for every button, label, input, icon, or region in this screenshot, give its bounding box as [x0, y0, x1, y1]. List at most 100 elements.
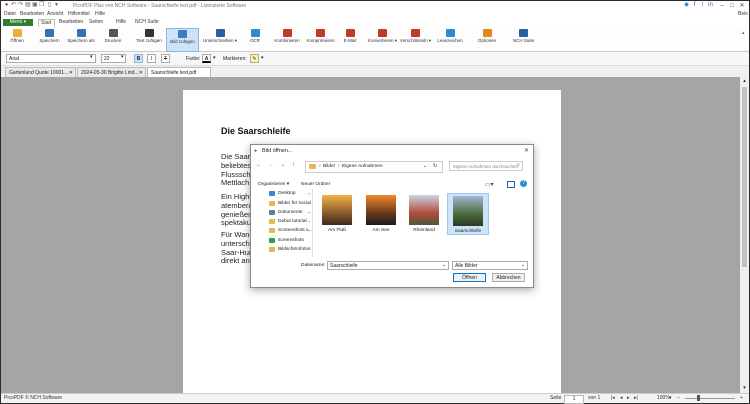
customize-quick-icon[interactable]: ▾: [54, 2, 59, 8]
zoom-out-icon[interactable]: –: [677, 395, 680, 402]
file-item[interactable]: Am See: [361, 193, 401, 233]
add-image-button[interactable]: Bild zufügen: [166, 28, 199, 52]
zoom-value[interactable]: 100%: [657, 395, 670, 402]
sidebar-item-screenshots[interactable]: screenshots: [260, 237, 312, 245]
sidebar-item-debut-tutorial[interactable]: Debut tutorial ⊸: [260, 218, 312, 226]
tab-pages[interactable]: Seiten: [87, 19, 105, 26]
sidebar-item-screenshots-v[interactable]: Screenshots v... ⊸: [260, 227, 312, 235]
sidebar-item-social-pictures[interactable]: Bilder für social ⊸: [260, 200, 312, 208]
menu-tools[interactable]: Hilfsmittel: [68, 11, 90, 17]
italic-button[interactable]: I: [147, 54, 156, 63]
refresh-icon[interactable]: ↻: [433, 163, 437, 169]
convert-button[interactable]: Konvertieren ▾: [367, 28, 398, 50]
sidebar-item-screen-photos[interactable]: Bildschirmfotos: [260, 246, 312, 254]
zoom-slider-handle[interactable]: [697, 395, 700, 401]
pane-divider[interactable]: [312, 189, 313, 257]
new-folder-button[interactable]: Neuer Ordner: [301, 182, 330, 187]
back-icon[interactable]: ←: [256, 162, 262, 168]
zoom-slider[interactable]: [685, 398, 735, 399]
chevron-down-icon[interactable]: ⌄: [521, 262, 525, 268]
strikethrough-button[interactable]: T: [161, 54, 170, 63]
file-type-select[interactable]: Alle Bilder: [452, 261, 528, 270]
file-item[interactable]: Rheinland: [404, 193, 444, 233]
save-quick-icon[interactable]: ▣: [32, 2, 38, 8]
sign-button[interactable]: Unterschreiben ▾: [201, 28, 239, 50]
close-icon[interactable]: ✕: [139, 68, 143, 77]
doc-tab[interactable]: Gartenland Quote 10001... ✕: [5, 67, 76, 77]
menu-help[interactable]: Hilfe: [95, 11, 105, 17]
up-icon[interactable]: ↑: [292, 162, 295, 168]
menu-view[interactable]: Ansicht: [47, 11, 63, 17]
paragraph[interactable]: Die Saarschleife ist eines derbeliebtest…: [221, 153, 253, 188]
menu-button[interactable]: Menü ▾: [3, 19, 33, 26]
file-item[interactable]: Am Fluß: [317, 193, 357, 233]
filename-field[interactable]: Saarschleife: [327, 261, 449, 270]
tab-help[interactable]: Hilfe: [114, 19, 128, 26]
doc-tab[interactable]: 2024-05-30 Brigitte Lind... ✕: [77, 67, 146, 77]
font-select[interactable]: Arial: [6, 54, 96, 63]
address-bar[interactable]: › Bilder › Eigene Aufnahmen ⌄ ↻: [305, 161, 443, 173]
scrollbar-thumb[interactable]: [742, 87, 747, 267]
compress-button[interactable]: Komprimieren: [304, 28, 337, 50]
sidebar-item-desktop[interactable]: Desktop ⊸: [260, 190, 312, 198]
tab-nch-suite[interactable]: NCH Suite: [133, 19, 161, 26]
tab-start[interactable]: Start: [38, 19, 55, 27]
menu-edit[interactable]: Bearbeiten: [20, 11, 44, 17]
open-quick-icon[interactable]: ▤: [25, 2, 31, 8]
close-button[interactable]: ✕: [733, 2, 750, 10]
search-input[interactable]: Eigene Aufnahmen durchsuchen: [449, 161, 523, 171]
chevron-down-icon[interactable]: ▾: [213, 55, 216, 61]
menu-file[interactable]: Datei: [4, 11, 16, 17]
forward-icon[interactable]: →: [268, 162, 274, 168]
help-icon[interactable]: ?: [520, 180, 527, 187]
ribbon-collapse-icon[interactable]: ▴: [742, 30, 745, 36]
paragraph[interactable]: Für WandererunterschiedlichSaar-Hunsrück…: [221, 231, 253, 266]
document-title[interactable]: Die Saarschleife: [221, 126, 291, 136]
twitter-icon[interactable]: t: [700, 2, 705, 8]
cancel-button[interactable]: Abbrechen: [492, 273, 525, 282]
encrypt-button[interactable]: Verschlüsseln ▾: [399, 28, 432, 50]
email-button[interactable]: E-Mail: [341, 28, 359, 50]
last-page-icon[interactable]: ▸|: [634, 395, 638, 402]
file-item-selected[interactable]: Saarschleife: [447, 193, 489, 235]
close-icon[interactable]: ✕: [524, 147, 529, 154]
help-link[interactable]: Beis: [738, 11, 748, 17]
vertical-scrollbar[interactable]: ▴ ▾: [740, 77, 749, 393]
chevron-down-icon[interactable]: ⌄: [423, 163, 427, 169]
breadcrumb-pictures[interactable]: Bilder: [323, 164, 335, 169]
ocr-button[interactable]: OCR: [246, 28, 264, 50]
tab-edit[interactable]: Bearbeiten: [57, 19, 85, 26]
bookmark-quick-icon[interactable]: ▯: [47, 2, 52, 8]
print-button[interactable]: Drucken: [102, 28, 124, 50]
save-button[interactable]: Speichern: [36, 28, 63, 50]
page-number-field[interactable]: 1: [564, 395, 584, 404]
nch-suite-button[interactable]: NCH Suite: [510, 28, 537, 50]
add-text-button[interactable]: Text zufügen: [134, 28, 164, 50]
bookmark-button[interactable]: Lesezeichen: [436, 28, 464, 50]
chevron-down-icon[interactable]: ⌄: [281, 162, 285, 168]
prev-page-icon[interactable]: ◂: [620, 395, 623, 402]
next-page-icon[interactable]: ▸: [627, 395, 630, 402]
first-page-icon[interactable]: |◂: [611, 395, 615, 402]
open-button[interactable]: Öffnen: [6, 28, 28, 50]
breadcrumb-own-photos[interactable]: Eigene Aufnahmen: [342, 164, 383, 169]
redo-icon[interactable]: ↷: [18, 2, 23, 8]
undo-icon[interactable]: ↶: [11, 2, 16, 8]
font-color-button[interactable]: A: [202, 54, 211, 63]
chevron-down-icon[interactable]: ⌄: [442, 262, 446, 268]
organize-button[interactable]: Organisieren ▾: [258, 182, 289, 187]
save-as-button[interactable]: Speichern als: [65, 28, 97, 50]
open-button[interactable]: Öffnen: [453, 273, 486, 282]
doc-tab-active[interactable]: Saarschleife text.pdf: [147, 67, 211, 77]
nch-icon[interactable]: ◆: [684, 2, 689, 8]
zoom-in-icon[interactable]: +: [740, 395, 743, 402]
copy-quick-icon[interactable]: ❐: [39, 2, 44, 8]
chevron-down-icon[interactable]: ▾: [261, 55, 264, 61]
sidebar-item-documents[interactable]: Dokumente ⊸: [260, 209, 312, 217]
combine-button[interactable]: Kombinieren: [271, 28, 303, 50]
bold-button[interactable]: B: [134, 54, 143, 63]
close-icon[interactable]: ✕: [69, 68, 73, 77]
highlight-button[interactable]: ✎: [250, 54, 259, 63]
paragraph[interactable]: Ein Highlightatemberaubendgenießenspekta…: [221, 193, 253, 228]
preview-pane-icon[interactable]: [507, 181, 515, 188]
